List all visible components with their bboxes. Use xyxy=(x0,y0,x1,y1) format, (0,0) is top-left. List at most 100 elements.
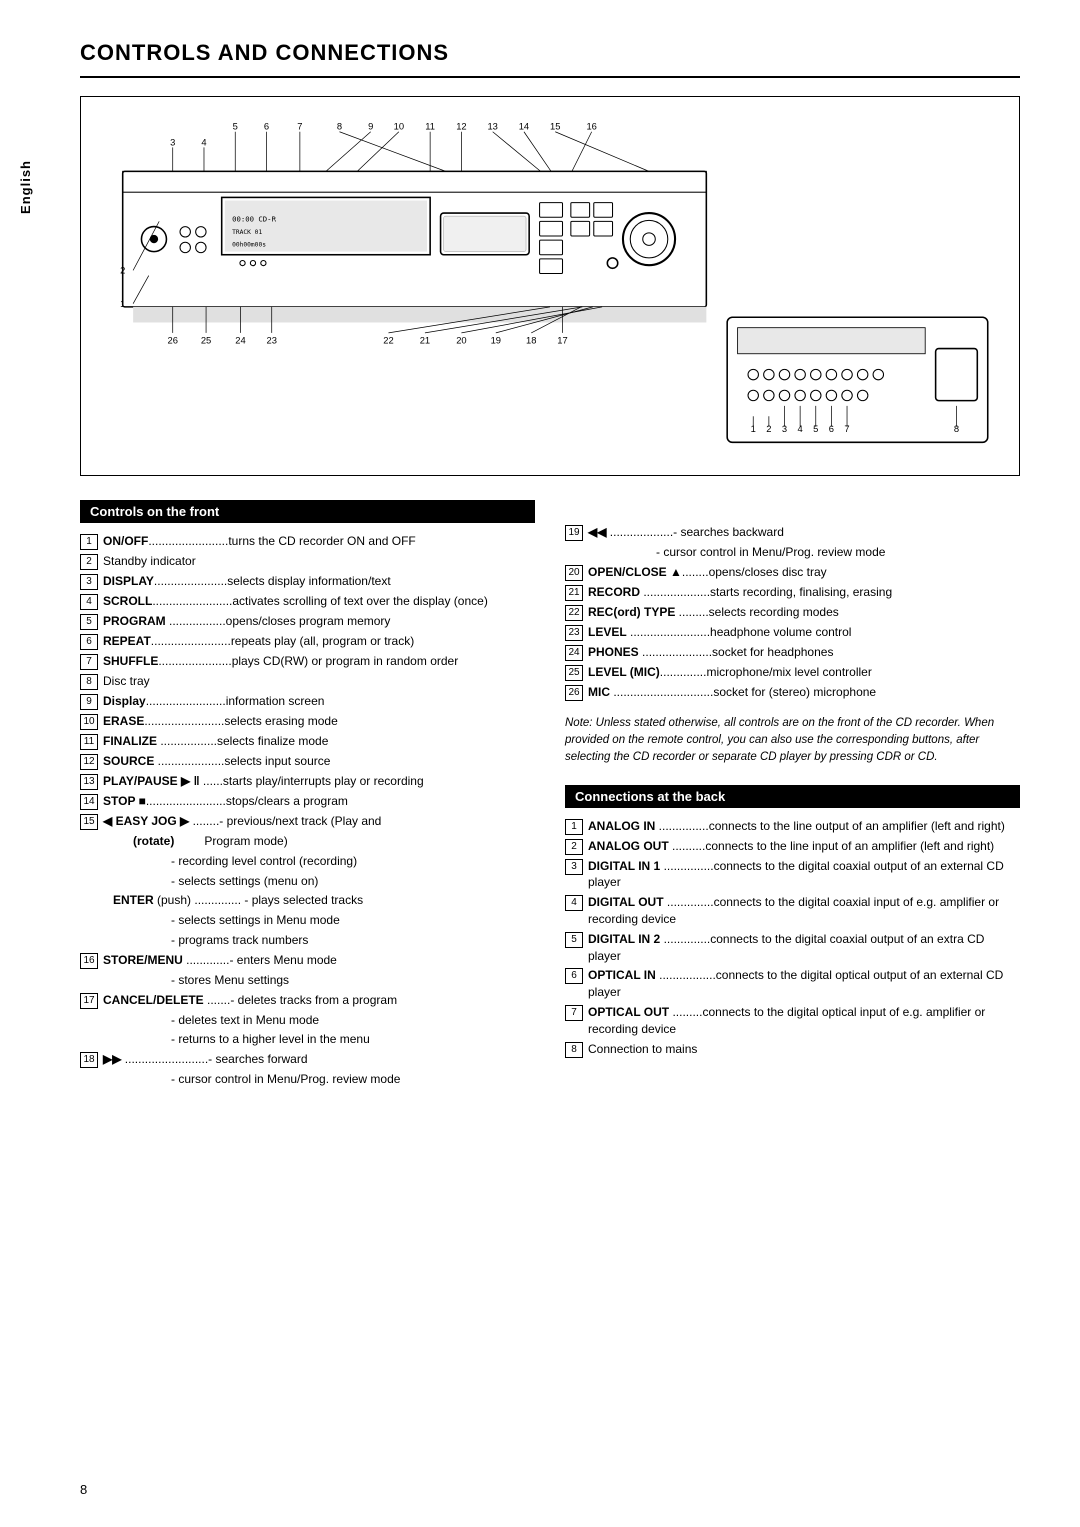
item-label: ▶▶ xyxy=(103,1052,121,1066)
item-desc: ........................activates scroll… xyxy=(152,594,487,608)
item-spacer xyxy=(565,544,583,561)
list-item: 21 RECORD ....................starts rec… xyxy=(565,584,1020,601)
item-content: ANALOG IN ...............connects to the… xyxy=(588,818,1020,835)
item-desc: .........selects recording modes xyxy=(675,605,838,619)
svg-text:20: 20 xyxy=(456,335,466,345)
list-item: 5 DIGITAL IN 2 ..............connects to… xyxy=(565,931,1020,965)
left-column: Controls on the front 1 ON/OFF..........… xyxy=(80,500,535,1091)
svg-text:11: 11 xyxy=(425,122,435,132)
item-label: REPEAT xyxy=(103,634,151,648)
item-label: CANCEL/DELETE xyxy=(103,993,204,1007)
list-item: - selects settings in Menu mode xyxy=(80,912,535,929)
device-diagram-box: 00:00 CD-R TRACK 01 00h00m00s xyxy=(80,96,1020,476)
list-item: - recording level control (recording) xyxy=(80,853,535,870)
item-number: 2 xyxy=(80,554,98,570)
item-content: PROGRAM .................opens/closes pr… xyxy=(103,613,535,630)
item-number: 5 xyxy=(565,932,583,948)
item-number: 18 xyxy=(80,1052,98,1068)
back-connections-header: Connections at the back xyxy=(565,785,1020,808)
item-desc: - selects settings in Menu mode xyxy=(171,913,340,927)
list-item: 1 ON/OFF........................turns th… xyxy=(80,533,535,550)
list-item: 17 CANCEL/DELETE .......- deletes tracks… xyxy=(80,992,535,1009)
list-item: 7 OPTICAL OUT .........connects to the d… xyxy=(565,1004,1020,1038)
item-desc: - programs track numbers xyxy=(171,933,308,947)
item-label: SCROLL xyxy=(103,594,152,608)
item-label: PROGRAM xyxy=(103,614,166,628)
svg-text:6: 6 xyxy=(264,122,269,132)
svg-text:7: 7 xyxy=(297,122,302,132)
svg-text:16: 16 xyxy=(586,122,596,132)
item-content: OPEN/CLOSE ▲........opens/closes disc tr… xyxy=(588,564,1020,581)
item-desc: .............- enters Menu mode xyxy=(183,953,337,967)
item-desc: - recording level control (recording) xyxy=(171,854,357,868)
item-content: LEVEL (MIC)..............microphone/mix … xyxy=(588,664,1020,681)
list-item: 22 REC(ord) TYPE .........selects record… xyxy=(565,604,1020,621)
item-desc: ...............connects to the line outp… xyxy=(655,819,1005,833)
item-content: FINALIZE .................selects finali… xyxy=(103,733,535,750)
item-label: DISPLAY xyxy=(103,574,154,588)
page: English CONTROLS AND CONNECTIONS 00:00 C… xyxy=(0,0,1080,1527)
item-content: Disc tray xyxy=(103,673,535,690)
item-number: 10 xyxy=(80,714,98,730)
item-label: ON/OFF xyxy=(103,534,148,548)
item-number: 23 xyxy=(565,625,583,641)
sidebar-language-label: English xyxy=(18,160,33,214)
list-item: 2 ANALOG OUT ..........connects to the l… xyxy=(565,838,1020,855)
item-desc: Program mode) xyxy=(174,834,287,848)
front-controls-list: 1 ON/OFF........................turns th… xyxy=(80,533,535,1088)
list-item: - stores Menu settings xyxy=(80,972,535,989)
item-desc: ........................selects erasing … xyxy=(144,714,337,728)
item-desc: Connection to mains xyxy=(588,1042,697,1056)
svg-text:14: 14 xyxy=(519,122,529,132)
item-content: Display........................informati… xyxy=(103,693,535,710)
item-content: (rotate) Program mode) xyxy=(103,833,535,850)
list-item: 6 OPTICAL IN .................connects t… xyxy=(565,967,1020,1001)
item-number: 25 xyxy=(565,665,583,681)
item-desc: ..............................socket for… xyxy=(610,685,876,699)
item-label: ERASE xyxy=(103,714,144,728)
item-spacer xyxy=(80,1012,98,1029)
list-item: 3 DISPLAY......................selects d… xyxy=(80,573,535,590)
item-spacer xyxy=(80,932,98,949)
list-item: - selects settings (menu on) xyxy=(80,873,535,890)
item-label: ◀◀ xyxy=(588,525,606,539)
item-desc: - stores Menu settings xyxy=(171,973,289,987)
list-item: - programs track numbers xyxy=(80,932,535,949)
item-number: 6 xyxy=(565,968,583,984)
item-number: 14 xyxy=(80,794,98,810)
item-label: ANALOG IN xyxy=(588,819,655,833)
item-content: DIGITAL IN 2 ..............connects to t… xyxy=(588,931,1020,965)
item-number: 9 xyxy=(80,694,98,710)
list-item: 14 STOP ■........................stops/c… xyxy=(80,793,535,810)
list-item: 8 Connection to mains xyxy=(565,1041,1020,1058)
list-item: 3 DIGITAL IN 1 ...............connects t… xyxy=(565,858,1020,892)
item-desc: ........................information scre… xyxy=(146,694,325,708)
list-item: 12 SOURCE ....................selects in… xyxy=(80,753,535,770)
item-content: - cursor control in Menu/Prog. review mo… xyxy=(103,1071,535,1088)
item-content: - stores Menu settings xyxy=(103,972,535,989)
list-item: 1 ANALOG IN ...............connects to t… xyxy=(565,818,1020,835)
item-number: 22 xyxy=(565,605,583,621)
item-desc: .................opens/closes program me… xyxy=(166,614,391,628)
svg-text:8: 8 xyxy=(337,122,342,132)
item-label: RECORD xyxy=(588,585,640,599)
item-desc: ........................headphone volume… xyxy=(627,625,852,639)
item-content: SHUFFLE......................plays CD(RW… xyxy=(103,653,535,670)
item-number: 19 xyxy=(565,525,583,541)
item-label: ◀ EASY JOG ▶ xyxy=(103,814,189,828)
item-number: 8 xyxy=(565,1042,583,1058)
item-label: PHONES xyxy=(588,645,639,659)
svg-text:3: 3 xyxy=(170,137,175,147)
note-emphasis: Note: Unless stated otherwise, all contr… xyxy=(565,717,994,764)
item-desc: ......................selects display in… xyxy=(154,574,391,588)
item-number: 16 xyxy=(80,953,98,969)
list-item: - cursor control in Menu/Prog. review mo… xyxy=(565,544,1020,561)
item-label: OPTICAL OUT xyxy=(588,1005,669,1019)
front-controls-header: Controls on the front xyxy=(80,500,535,523)
item-label: LEVEL xyxy=(588,625,627,639)
svg-text:23: 23 xyxy=(267,335,277,345)
item-label: FINALIZE xyxy=(103,734,157,748)
item-desc: ......starts play/interrupts play or rec… xyxy=(200,774,424,788)
item-content: ON/OFF........................turns the … xyxy=(103,533,535,550)
item-desc: ..............microphone/mix level contr… xyxy=(660,665,872,679)
